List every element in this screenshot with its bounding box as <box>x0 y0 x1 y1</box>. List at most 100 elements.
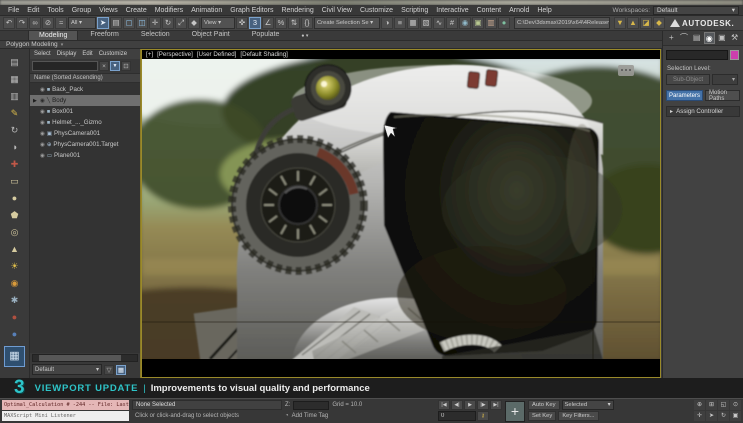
menu-item[interactable]: Graph Editors <box>226 7 277 14</box>
zoom-icon[interactable]: ⊕ <box>694 400 705 410</box>
zoom-all-icon[interactable]: ⊞ <box>706 400 717 410</box>
import-scene-icon[interactable]: ▼ <box>614 17 626 29</box>
redo-icon[interactable]: ↷ <box>16 17 28 29</box>
ribbon-tab[interactable]: Selection <box>131 30 180 40</box>
viewport-shading-menu[interactable]: [Default Shading] <box>240 51 287 58</box>
unlink-icon[interactable]: ⊘ <box>42 17 54 29</box>
current-frame-field[interactable] <box>438 411 476 421</box>
named-selection-set-dropdown[interactable]: Create Selection Se ▾ <box>314 17 380 29</box>
rotate-tool-icon[interactable]: ↻ <box>7 123 22 138</box>
select-move-icon[interactable]: ✛ <box>149 17 161 29</box>
menu-item[interactable]: Rendering <box>277 7 317 14</box>
viewport-canvas[interactable] <box>142 59 660 359</box>
ribbon-tab[interactable]: Populate <box>242 30 290 40</box>
orbit-icon[interactable]: ↻ <box>718 411 729 421</box>
angle-snap-icon[interactable]: ∠ <box>262 17 274 29</box>
utilities-tab-icon[interactable]: ⚒ <box>729 32 740 44</box>
menu-item[interactable]: Civil View <box>318 7 356 14</box>
explorer-menu-edit[interactable]: Edit <box>82 51 92 57</box>
strip-active-tool-button[interactable]: ▦ <box>4 346 25 367</box>
menu-item[interactable]: Views <box>95 7 122 14</box>
annotate-icon[interactable]: ✎ <box>7 106 22 121</box>
cone-primitive-icon[interactable]: ▲ <box>7 242 22 257</box>
explorer-grid-view-icon[interactable]: ▦ <box>116 364 126 375</box>
red-material-icon[interactable]: ● <box>7 310 22 325</box>
lock-icon[interactable]: ⊡ <box>121 61 131 71</box>
key-mode-toggle-icon[interactable]: ⚷ <box>477 411 489 421</box>
menu-item[interactable]: Animation <box>187 7 226 14</box>
object-name-field[interactable] <box>666 50 728 60</box>
menu-item[interactable]: Customize <box>356 7 397 14</box>
visibility-eye-icon[interactable]: ◉ <box>40 142 45 148</box>
sub-object-button[interactable]: Sub-Object <box>666 74 710 85</box>
visibility-eye-icon[interactable]: ◉ <box>40 120 45 126</box>
menu-item[interactable]: Edit <box>23 7 43 14</box>
select-object-icon[interactable]: ➤ <box>97 17 109 29</box>
sub-object-dropdown[interactable]: ▾ <box>712 74 738 85</box>
pan-icon[interactable]: ✛ <box>694 411 705 421</box>
menu-item[interactable]: Content <box>473 7 506 14</box>
scrollbar-thumb[interactable] <box>39 355 121 361</box>
select-link-icon[interactable]: ∞ <box>29 17 41 29</box>
select-rotate-icon[interactable]: ↻ <box>162 17 174 29</box>
visibility-eye-icon[interactable]: ◉ <box>40 153 45 159</box>
box-primitive-icon[interactable]: ▭ <box>7 174 22 189</box>
user-account-icon[interactable]: ◆ <box>653 17 665 29</box>
render-setup-icon[interactable]: ▣ <box>472 17 484 29</box>
shading-icon[interactable]: ◑ <box>7 140 22 155</box>
go-to-end-button[interactable]: ▶| <box>490 400 502 410</box>
key-filters-button[interactable]: Key Filters... <box>558 411 599 421</box>
window-crossing-icon[interactable]: ◫ <box>136 17 148 29</box>
explorer-row-plane001[interactable]: ◉ ▭ Plane001 <box>30 150 140 161</box>
menu-item[interactable]: Group <box>68 7 95 14</box>
menu-item[interactable]: Arnold <box>505 7 533 14</box>
material-editor-icon[interactable]: ◉ <box>459 17 471 29</box>
ribbon-panel-bar[interactable]: Polygon Modeling ▾ <box>0 41 662 49</box>
menu-item[interactable]: Help <box>533 7 555 14</box>
ribbon-tab[interactable]: Modeling <box>28 30 79 40</box>
snowflake-icon[interactable]: ✱ <box>7 293 22 308</box>
maximize-viewport-icon[interactable]: ▣ <box>730 411 741 421</box>
parameters-button[interactable]: Parameters <box>666 90 703 101</box>
cylinder-primitive-icon[interactable]: ⬟ <box>7 208 22 223</box>
previous-frame-button[interactable]: ◀| <box>451 400 463 410</box>
maxscript-mini-listener[interactable]: Optimal_Calculation # -244 -- File: Last… <box>2 400 129 422</box>
menu-item[interactable]: File <box>4 7 23 14</box>
macro-recorder-line[interactable]: Optimal_Calculation # -244 -- File: Last <box>2 400 129 410</box>
curve-editor-icon[interactable]: ∿ <box>433 17 445 29</box>
visibility-eye-icon[interactable]: ◉ <box>40 87 45 93</box>
torus-primitive-icon[interactable]: ◎ <box>7 225 22 240</box>
visibility-eye-icon[interactable]: ◉ <box>40 131 45 137</box>
explorer-horizontal-scrollbar[interactable] <box>32 354 138 362</box>
layer-explorer-icon[interactable]: ▦ <box>7 72 22 87</box>
play-button[interactable]: ▶ <box>464 400 476 410</box>
explorer-menu-select[interactable]: Select <box>34 51 51 57</box>
menu-item[interactable]: Interactive <box>432 7 472 14</box>
explorer-menu-customize[interactable]: Customize <box>99 51 127 57</box>
create-tab-icon[interactable]: + <box>666 32 677 44</box>
listener-line[interactable]: MAXScript Mini Listener <box>2 411 129 421</box>
key-selection-dropdown[interactable]: Selected ▾ <box>561 400 614 410</box>
display-tab-icon[interactable]: ▣ <box>716 32 727 44</box>
motion-paths-button[interactable]: Motion Paths <box>705 90 740 102</box>
modify-tab-icon[interactable]: ⌒ <box>678 32 689 44</box>
schematic-view-icon[interactable]: # <box>446 17 458 29</box>
menu-item[interactable]: Tools <box>43 7 67 14</box>
menu-item[interactable]: Modifiers <box>151 7 187 14</box>
align-icon[interactable]: ≡ <box>394 17 406 29</box>
scene-explorer-icon[interactable]: ▤ <box>7 55 22 70</box>
explorer-row-helmet-gizmo[interactable]: ◉ ■ Helmet_..._Gizmo <box>30 117 140 128</box>
clear-search-icon[interactable]: × <box>99 61 109 71</box>
perspective-viewport[interactable]: [+] [Perspective] [User Defined] [Defaul… <box>141 49 661 378</box>
container-explorer-icon[interactable]: ▥ <box>7 89 22 104</box>
layer-manager-icon[interactable]: ▦ <box>407 17 419 29</box>
explorer-row-box001[interactable]: ◉ ■ Box001 <box>30 106 140 117</box>
ribbon-tab[interactable]: Object Paint <box>182 30 240 40</box>
explorer-row-physcamera001-target[interactable]: ◉ ⊕ PhysCamera001.Target <box>30 139 140 150</box>
motion-tab-icon[interactable]: ◉ <box>703 32 715 44</box>
next-frame-button[interactable]: |▶ <box>477 400 489 410</box>
workspaces-dropdown[interactable]: Default ▾ <box>653 5 739 15</box>
select-place-icon[interactable]: ◆ <box>188 17 200 29</box>
ribbon-overflow-icon[interactable]: ● ▾ <box>291 32 318 40</box>
zoom-region-icon[interactable]: ⊙ <box>730 400 741 410</box>
